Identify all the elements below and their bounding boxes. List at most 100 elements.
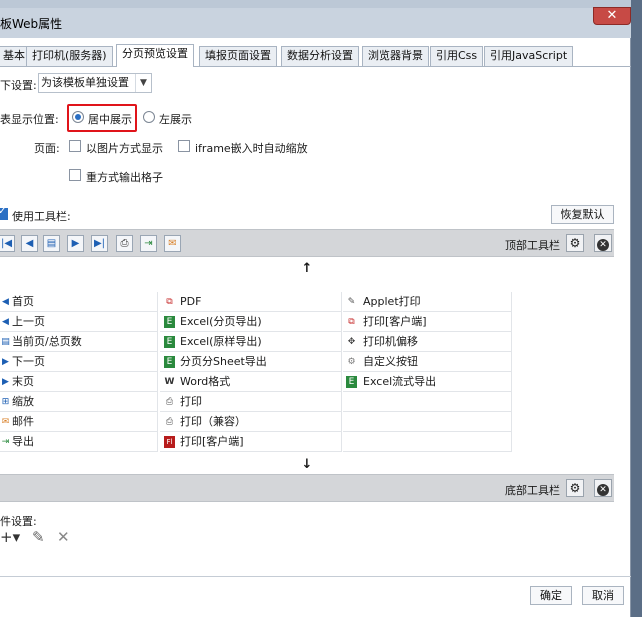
- last-page-icon[interactable]: ▶|: [91, 235, 108, 252]
- list-item-next-page[interactable]: ▶ 下一页: [0, 352, 158, 372]
- checkbox-image-display[interactable]: [69, 140, 81, 152]
- close-button[interactable]: ✕: [593, 7, 631, 25]
- word-icon: W: [164, 377, 175, 387]
- toolbar-button-grid: ◀ 首页 ◀ 上一页 ▤ 当前页/总页数 ▶ 下一页 ▶ 末页 ⊞ 缩放 ✉ 邮件 ⇥ 导出 ⧉…: [0, 292, 614, 452]
- applet-icon: ✎: [347, 297, 356, 307]
- list-item-word[interactable]: W Word格式: [160, 372, 342, 392]
- item-label: Word格式: [180, 375, 231, 388]
- background-toolbar-strip: [0, 0, 631, 8]
- print-icon: ⎙: [165, 417, 174, 427]
- setting-label: 下设置:: [0, 79, 37, 92]
- cancel-button[interactable]: 取消: [582, 586, 624, 605]
- first-page-icon[interactable]: |◀: [0, 235, 15, 252]
- list-item-print[interactable]: ⎙ 打印: [160, 392, 342, 412]
- list-item-custom-button[interactable]: ⚙ 自定义按钮: [343, 352, 512, 372]
- list-item-print-compatible[interactable]: ⎙ 打印（兼容）: [160, 412, 342, 432]
- restore-default-button[interactable]: 恢复默认: [551, 205, 614, 224]
- item-label: 打印[客户端]: [180, 435, 244, 448]
- list-item-excel-paged[interactable]: E Excel(分页导出): [160, 312, 342, 332]
- setting-select-value: 为该模板单独设置: [41, 76, 129, 89]
- bottom-toolbar-label: 底部工具栏: [505, 484, 560, 497]
- edit-icon[interactable]: ✎: [32, 528, 45, 546]
- prev-page-icon: ◀: [2, 317, 9, 327]
- export-icon[interactable]: ⇥: [140, 235, 157, 252]
- setting-select[interactable]: 为该模板单独设置 ▼: [38, 73, 152, 93]
- chevron-down-icon: ▼: [135, 74, 151, 92]
- print-icon: ⎙: [165, 397, 174, 407]
- tab-fill-page-settings[interactable]: 填报页面设置: [199, 46, 277, 66]
- footer-divider: [0, 576, 631, 577]
- prev-page-icon[interactable]: ◀: [21, 235, 38, 252]
- list-item-print-client-pdf[interactable]: ⧉ 打印[客户端]: [343, 312, 512, 332]
- list-item-export[interactable]: ⇥ 导出: [0, 432, 158, 452]
- tab-reference-css[interactable]: 引用Css: [430, 46, 484, 66]
- item-label: 自定义按钮: [363, 355, 418, 368]
- ok-button[interactable]: 确定: [530, 586, 572, 605]
- last-page-icon: ▶: [2, 377, 9, 387]
- email-icon[interactable]: ✉: [164, 235, 181, 252]
- add-icon[interactable]: +▾: [0, 528, 20, 546]
- dialog-title: 板Web属性: [0, 17, 63, 31]
- radio-left-display-label: 左展示: [159, 113, 192, 126]
- title-bar: 板Web属性 ✕: [0, 0, 631, 38]
- item-label: 上一页: [12, 315, 45, 328]
- next-page-icon: ▶: [2, 357, 9, 367]
- radio-left-display[interactable]: [143, 111, 155, 123]
- close-icon[interactable]: ✕: [594, 479, 612, 497]
- gear-icon[interactable]: ⚙: [566, 479, 584, 497]
- list-item-zoom[interactable]: ⊞ 缩放: [0, 392, 158, 412]
- radio-center-display[interactable]: [72, 111, 84, 123]
- radio-center-display-label: 居中展示: [88, 113, 132, 126]
- position-label: 表显示位置:: [0, 113, 59, 126]
- item-label: 下一页: [12, 355, 45, 368]
- tab-printer-server[interactable]: 打印机(服务器): [26, 46, 113, 66]
- move-up-arrow[interactable]: ↑: [0, 259, 614, 279]
- list-item-print-client-flash[interactable]: Fl 打印[客户端]: [160, 432, 342, 452]
- export-icon: ⇥: [1, 437, 10, 447]
- print-icon[interactable]: ⎙: [116, 235, 133, 252]
- list-item-prev-page[interactable]: ◀ 上一页: [0, 312, 158, 332]
- list-item-pdf[interactable]: ⧉ PDF: [160, 292, 342, 312]
- item-label: 打印: [180, 395, 202, 408]
- checkbox-output-cells-label: 重方式输出格子: [86, 171, 163, 184]
- page-number-icon[interactable]: ▤: [43, 235, 60, 252]
- excel-icon: E: [164, 316, 175, 328]
- item-label: 分页分Sheet导出: [180, 355, 267, 368]
- item-label: Applet打印: [363, 295, 421, 308]
- checkbox-use-toolbar[interactable]: [0, 206, 8, 220]
- list-item-excel-sheet[interactable]: E 分页分Sheet导出: [160, 352, 342, 372]
- email-icon: ✉: [1, 417, 10, 427]
- move-down-arrow[interactable]: ↓: [0, 455, 614, 475]
- tab-browser-background[interactable]: 浏览器背景: [362, 46, 429, 66]
- use-toolbar-label: 使用工具栏:: [12, 210, 71, 223]
- pdf-print-icon: ⧉: [348, 317, 355, 327]
- next-page-icon[interactable]: ▶: [67, 235, 84, 252]
- move-icon: ✥: [347, 337, 356, 347]
- checkbox-iframe-autoscale-label: iframe嵌入时自动缩放: [195, 142, 308, 155]
- checkbox-iframe-autoscale[interactable]: [178, 140, 190, 152]
- item-label: 末页: [12, 375, 34, 388]
- empty-cell: [343, 432, 512, 452]
- item-label: Excel流式导出: [363, 375, 437, 388]
- list-item-page-number[interactable]: ▤ 当前页/总页数: [0, 332, 158, 352]
- list-item-excel-original[interactable]: E Excel(原样导出): [160, 332, 342, 352]
- tab-data-analysis-settings[interactable]: 数据分析设置: [281, 46, 359, 66]
- checkbox-output-cells[interactable]: [69, 169, 81, 181]
- item-label: 打印[客户端]: [363, 315, 427, 328]
- gear-icon[interactable]: ⚙: [566, 234, 584, 252]
- top-toolbar-label: 顶部工具栏: [505, 239, 560, 252]
- close-icon[interactable]: ✕: [594, 234, 612, 252]
- list-item-applet-print[interactable]: ✎ Applet打印: [343, 292, 512, 312]
- list-item-printer-offset[interactable]: ✥ 打印机偏移: [343, 332, 512, 352]
- first-page-icon: ◀: [2, 297, 9, 307]
- list-item-excel-stream[interactable]: E Excel流式导出: [343, 372, 512, 392]
- event-settings-label: 件设置:: [0, 515, 37, 528]
- list-item-first-page[interactable]: ◀ 首页: [0, 292, 158, 312]
- tab-reference-javascript[interactable]: 引用JavaScript: [484, 46, 574, 66]
- list-item-last-page[interactable]: ▶ 末页: [0, 372, 158, 392]
- item-label: 邮件: [12, 415, 34, 428]
- tab-page-preview-settings[interactable]: 分页预览设置: [116, 44, 194, 67]
- list-item-email[interactable]: ✉ 邮件: [0, 412, 158, 432]
- excel-icon: E: [164, 336, 175, 348]
- delete-icon[interactable]: ✕: [57, 528, 70, 546]
